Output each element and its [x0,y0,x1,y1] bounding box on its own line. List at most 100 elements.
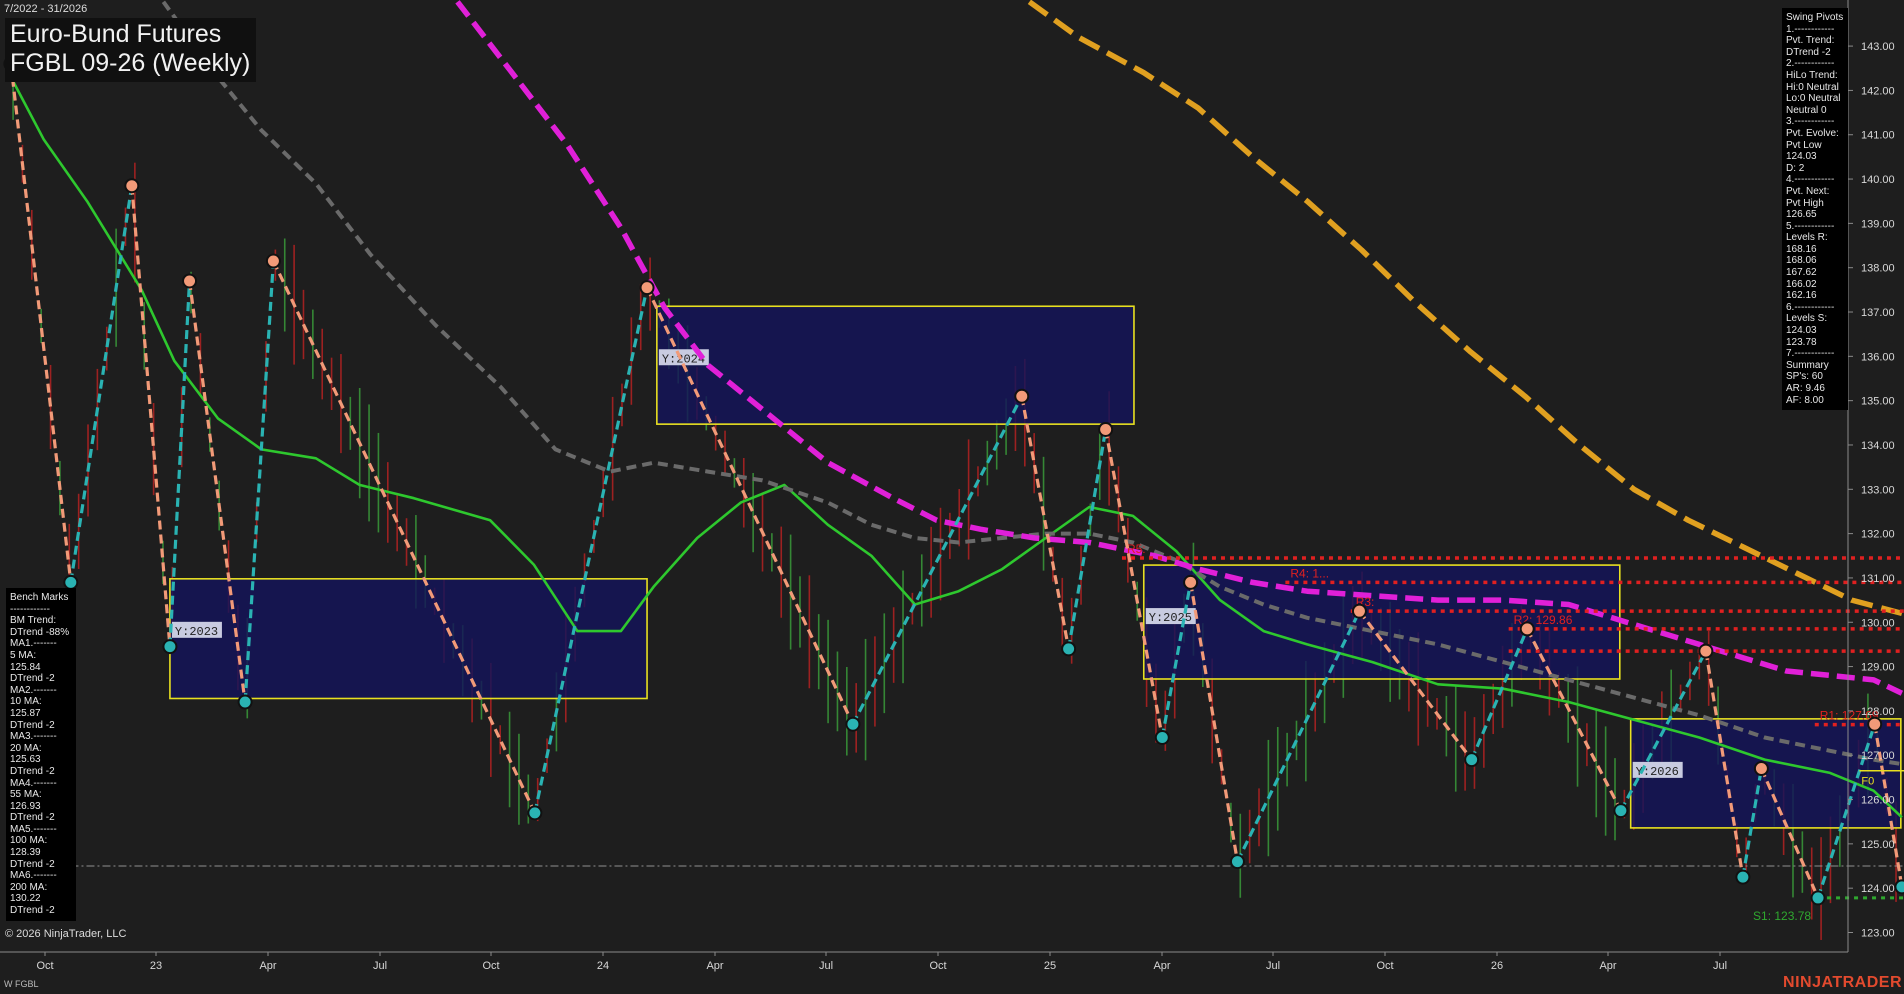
year-box-label: Y:2023 [175,625,218,639]
bench-marks-line: 125.84 [10,661,41,673]
copyright: © 2026 NinjaTrader, LLC [5,928,127,940]
bench-marks-line: MA1.------- [10,638,57,650]
pivot-low-point [1229,854,1245,870]
swing-line [3,56,1904,906]
pivot-high-point [1014,388,1030,404]
bench-marks-line: BM Trend: [10,615,57,627]
swing-pivots-line: 168.06 [1786,255,1817,267]
pivot-high-point [1698,643,1714,659]
x-tick-label: Apr [706,960,723,972]
swing-pivots-line: 4.------------ [1786,174,1835,186]
swing-pivots-line: Pvt Low [1786,139,1822,151]
x-tick-label: 23 [150,960,162,972]
bench-marks-line: DTrend -2 [10,673,55,685]
date-range: 7/2022 - 31/2026 [4,3,88,15]
y-tick-label: 136.00 [1861,351,1895,363]
x-tick-label: Jul [1713,960,1727,972]
swing-pivots-line: Neutral 0 [1786,104,1827,116]
swing-pivots-line: Lo:0 Neutral [1786,93,1841,105]
y-tick-label: 135.00 [1861,396,1895,408]
resistance-label: R4: 1... [1290,566,1329,580]
pivot-low-point [162,639,178,655]
x-tick-label: Oct [929,960,946,972]
swing-pivots-line: Hi:0 Neutral [1786,81,1839,93]
swing-segment [851,395,1024,725]
pivot-low-point [63,574,79,590]
y-tick-label: 125.00 [1861,839,1895,851]
price-chart[interactable]: Y:2023Y:2024Y:2025Y:2026 R5:R4: 1...R3:R… [0,0,1904,994]
bench-marks-line: MA6.------- [10,870,57,882]
bench-marks-line: DTrend -2 [10,858,55,870]
swing-pivots-line: Pvt. Trend: [1786,35,1835,47]
bench-marks-line: 10 MA: [10,696,42,708]
pivot-high-point [1519,621,1535,637]
y-tick-label: 137.00 [1861,307,1895,319]
swing-segment [271,260,537,814]
swing-pivots-line: 7.------------ [1786,348,1835,360]
swing-pivots-line: 2.------------ [1786,58,1835,70]
bench-marks-line: DTrend -2 [10,765,55,777]
pivot-low-point [1613,803,1629,819]
pivot-high-point [639,280,655,296]
swing-pivots-line: Levels S: [1786,313,1828,325]
pivot-high-point [182,273,198,289]
support-label: S1: 123.78 [1753,909,1811,923]
bench-marks-line: 100 MA: [10,835,48,847]
moving-average-line [1027,0,1903,617]
y-tick-label: 143.00 [1861,41,1895,53]
pivot-low-point [845,716,861,732]
bench-marks-line: MA5.------- [10,823,57,835]
x-tick-label: Oct [482,960,499,972]
y-tick-label: 140.00 [1861,174,1895,186]
y-tick-label: 131.00 [1861,573,1895,585]
y-tick-label: 142.00 [1861,85,1895,97]
swing-segment [9,63,73,583]
year-box [169,578,648,700]
pivot-high-point [1867,716,1883,732]
y-tick-label: 126.00 [1861,795,1895,807]
swing-pivots-line: AR: 9.46 [1786,383,1825,394]
x-tick-label: 26 [1491,960,1503,972]
bench-marks-line: MA4.------- [10,777,57,789]
x-tick-label: 24 [597,960,609,972]
swing-pivots-line: D: 2 [1786,162,1805,174]
x-tick-label: Jul [1266,960,1280,972]
x-tick-label: Jul [373,960,387,972]
swing-pivots-line: 166.02 [1786,278,1817,290]
swing-pivots-line: 126.65 [1786,209,1817,221]
price-bars [12,45,1897,940]
pivot-low-point [1894,879,1904,895]
pivot-low-point [1735,869,1751,885]
x-axis: Oct 23 Apr Jul Oct 24 Apr Jul Oct 25 Apr Jul Oct 26 Ap… [0,951,1848,972]
bench-marks-line: 130.22 [10,893,41,905]
y-tick-label: 134.00 [1861,440,1895,452]
title-contract: FGBL 09-26 (Weekly) [10,49,251,77]
moving-average-line [9,76,1903,819]
swing-segment [533,287,649,814]
x-tick-label: Oct [36,960,53,972]
x-tick-label: Apr [1153,960,1170,972]
instrument-label: W FGBL [4,979,39,989]
swing-pivots-line: 168.16 [1786,243,1817,255]
chart-title: Euro-Bund Futures FGBL 09-26 (Weekly) [5,18,257,82]
x-tick-label: Oct [1376,960,1393,972]
bench-marks-line: 20 MA: [10,742,42,754]
y-tick-label: 130.00 [1861,617,1895,629]
forecast-label: F0 [1861,776,1874,788]
bench-marks-line: Bench Marks [10,592,69,603]
y-tick-label: 124.00 [1861,883,1895,895]
y-tick-label: 138.00 [1861,263,1895,275]
swing-pivots-line: SP's: 60 [1786,371,1823,383]
swing-pivots-line: HiLo Trend: [1786,69,1838,81]
x-tick-label: Apr [259,960,276,972]
bench-marks-line: MA3.------- [10,731,57,743]
swing-segment [130,185,172,647]
bench-marks-line: 55 MA: [10,789,42,801]
y-tick-label: 127.00 [1861,750,1895,762]
year-boxes: Y:2023Y:2024Y:2025Y:2026 [169,305,1902,829]
swing-pivots-panel: Swing Pivots 1.------------ Pvt. Trend: DTr… [1782,8,1848,411]
pivot-low-point [1810,890,1826,906]
swing-pivots-line: Pvt. Evolve: [1786,127,1839,139]
x-tick-label: Jul [819,960,833,972]
y-tick-label: 139.00 [1861,218,1895,230]
